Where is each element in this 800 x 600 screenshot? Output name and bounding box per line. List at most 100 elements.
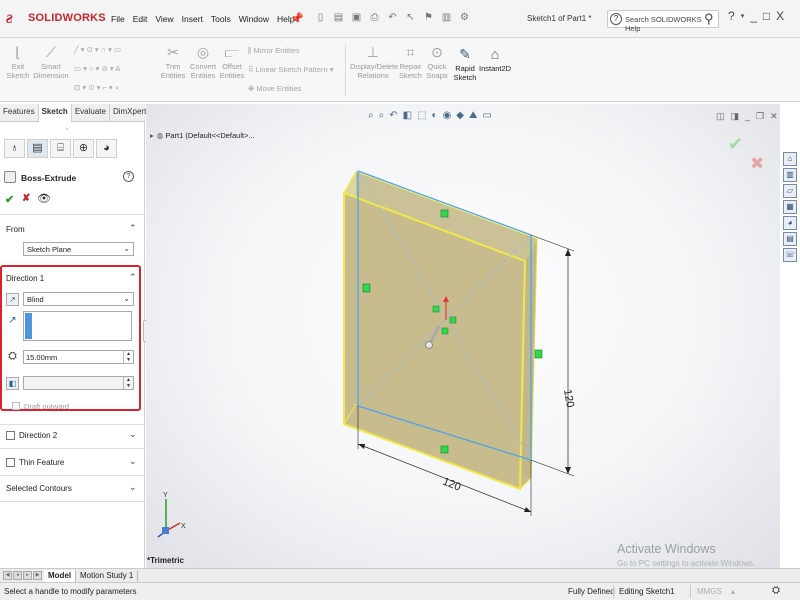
horizontal-relation-icon[interactable] [440,445,449,454]
configuration-manager-icon[interactable]: ⌸ [50,139,71,158]
first-tab-icon[interactable]: ◀ [3,571,12,580]
save-icon[interactable]: ▣ [349,11,364,25]
rebuild-icon[interactable]: ⚑ [421,11,436,25]
options-gear-icon[interactable]: ⚙ [457,11,472,25]
tab-sketch[interactable]: Sketch [38,104,72,122]
draft-outward-checkbox[interactable] [12,402,20,410]
appearances-icon[interactable]: ◕ [783,216,797,230]
move-entities-button[interactable]: ✥ Move Entities [248,84,301,93]
thin-feature-checkbox[interactable] [6,458,15,467]
last-tab-icon[interactable]: ▶ [33,571,42,580]
maximize-button[interactable]: □ [763,9,770,25]
horizontal-relation-icon[interactable] [440,209,449,218]
ok-checkmark-icon[interactable]: ✔ [5,193,14,206]
open-document-icon[interactable]: ▤ [331,11,346,25]
display-manager-icon[interactable]: ◕ [96,139,117,158]
dimxpert-manager-icon[interactable]: ⊕ [73,139,94,158]
chevron-up-icon[interactable]: ⌃ [129,272,137,283]
reverse-direction-icon[interactable]: ↗ [6,293,19,306]
pm-help-icon[interactable]: ? [123,171,134,182]
extrude-drag-handle[interactable] [425,341,433,349]
from-section-header[interactable]: From ⌃ [0,220,145,240]
display-delete-relations-button[interactable]: ⊥ Display/Delete Relations [350,44,398,80]
trim-entities-button[interactable]: ✂ Trim Entities [160,44,186,80]
pin-icon[interactable]: 📌 [290,12,304,25]
thin-feature-section-header[interactable]: Thin Feature ⌄ [0,453,145,473]
spin-buttons-icon[interactable]: ▲ ▼ [123,351,133,363]
menu-window[interactable]: Window [235,14,273,24]
end-condition-dropdown[interactable]: Blind ⌄ [23,292,134,306]
offset-entities-button[interactable]: ⫍ Offset Entities [218,44,246,80]
vertical-relation-icon[interactable] [362,283,371,293]
zoom-to-area-icon[interactable]: ⌕ [379,110,385,121]
tab-features[interactable]: Features [0,104,39,122]
new-document-icon[interactable]: ▯ [313,11,328,25]
help-button[interactable]: ? [728,9,735,25]
direction2-section-header[interactable]: Direction 2 ⌄ [0,426,145,446]
menu-insert[interactable]: Insert [178,14,207,24]
spin-buttons-icon[interactable]: ▲ ▼ [123,377,133,389]
units-dropdown-icon[interactable]: ▴ [731,587,735,596]
property-manager-icon[interactable]: ▤ [27,139,48,158]
graphics-area[interactable]: 120 120 Y X ▸ ◍ Part1 (Default<<Default>..… [146,104,780,568]
customize-status-icon[interactable]: ⛭ [772,585,780,596]
horizontal-dimension-value[interactable]: 120 [441,476,463,494]
cancel-x-icon[interactable]: ✘ [22,193,30,204]
tile-view-icon[interactable]: ◨ [731,111,740,122]
tab-dimxpert[interactable]: DimXpert [110,104,151,122]
forum-icon[interactable]: ☏ [783,248,797,262]
convert-entities-button[interactable]: ◎ Convert Entities [188,44,218,80]
preview-eye-icon[interactable]: 👁 [37,192,51,205]
apply-scene-icon[interactable]: ⛰ [469,110,477,121]
expand-arrow-icon[interactable]: ▸ [150,131,154,140]
select-icon[interactable]: ↖ [403,11,418,25]
zoom-to-fit-icon[interactable]: ⌕ [368,110,374,121]
prev-tab-icon[interactable]: ◂ [13,571,22,580]
file-explorer-icon[interactable]: ▱ [783,184,797,198]
chevron-down-icon[interactable]: ⌄ [129,429,137,440]
search-icon[interactable]: ⚲ [704,11,714,27]
view-settings-icon[interactable]: ▭ [482,110,491,121]
feature-tree-flyout[interactable]: ▸ ◍ Part1 (Default<<Default>... [150,131,255,140]
tab-model[interactable]: Model [44,570,77,582]
panel-collapse-handle[interactable]: ◦ [66,126,68,133]
point-tool-row[interactable]: ⊡ ▾ ⊙ ▾ ⌐ ▾ ∘ [74,83,119,92]
viewport-close-icon[interactable]: ✕ [770,111,778,122]
menu-file[interactable]: File [107,14,129,24]
model-preview-canvas[interactable]: 120 120 Y X [146,104,780,568]
smart-dimension-button[interactable]: ⟋ Smart Dimension [33,44,69,80]
linear-sketch-pattern-button[interactable]: ⠿ Linear Sketch Pattern ▾ [248,65,334,74]
split-view-icon[interactable]: ◫ [716,111,725,122]
selected-contours-section-header[interactable]: Selected Contours ⌄ [0,479,145,499]
vertical-relation-icon[interactable] [534,349,543,359]
edit-appearance-icon[interactable]: ◆ [456,110,464,121]
vertical-dimension-value[interactable]: 120 [561,388,576,408]
repair-sketch-button[interactable]: ⌗ Repair Sketch [397,44,424,80]
minimize-button[interactable]: _ [750,9,757,25]
quick-snaps-button[interactable]: ⊙ Quick Snaps [426,44,448,80]
direction2-checkbox[interactable] [6,431,15,440]
view-palette-icon[interactable]: ▦ [783,200,797,214]
draft-angle-input[interactable]: ▲ ▼ [23,376,134,390]
hide-show-items-icon[interactable]: ◉ [443,110,452,121]
close-button[interactable]: X [776,9,784,25]
chevron-down-icon[interactable]: ⌄ [129,482,137,493]
feature-manager-tree-icon[interactable]: ♁ [4,139,25,158]
exit-sketch-button[interactable]: ⌊ Exit Sketch [4,44,32,80]
undo-icon[interactable]: ↶ [385,11,400,25]
file-properties-icon[interactable]: ▥ [439,11,454,25]
tab-motion-study-1[interactable]: Motion Study 1 [76,570,139,582]
view-orientation-icon[interactable]: ⬚ [417,110,426,121]
print-icon[interactable]: ⎙ [367,11,382,25]
rectangle-tool-row[interactable]: ▭ ▾ ○ ▾ ⊘ ▾ A [74,64,120,73]
tab-evaluate[interactable]: Evaluate [72,104,110,122]
chevron-up-icon[interactable]: ⌃ [129,223,137,234]
menu-view[interactable]: View [151,14,177,24]
previous-view-icon[interactable]: ↶ [389,110,397,121]
custom-properties-icon[interactable]: ▤ [783,232,797,246]
help-dropdown-icon[interactable]: ▾ [741,9,745,25]
line-tool-row[interactable]: ╱ ▾ ⊙ ▾ ∩ ▾ ▭ [74,45,121,54]
chevron-down-icon[interactable]: ⌄ [129,456,137,467]
depth-input[interactable]: 15.00mm ▲ ▼ [23,350,134,364]
confirmation-ok-icon[interactable]: ✔ [728,134,743,155]
